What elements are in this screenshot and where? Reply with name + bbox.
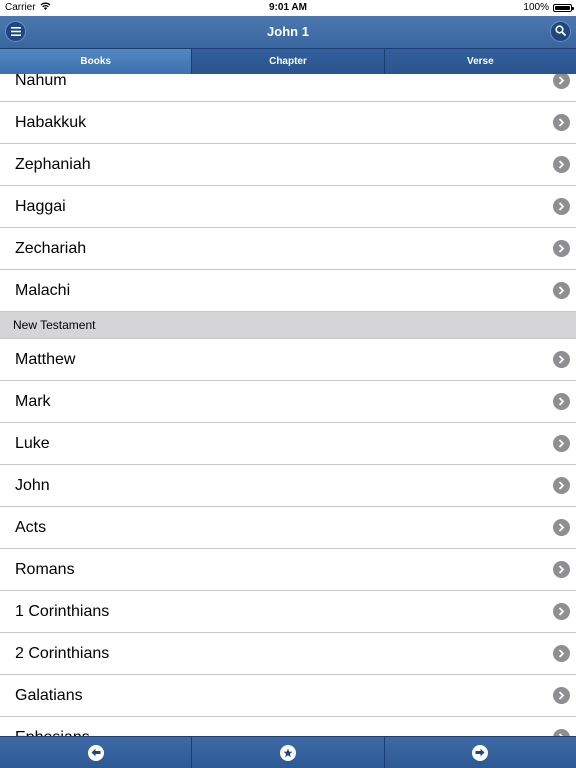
previous-button[interactable] — [0, 737, 193, 768]
list-item-romans[interactable]: Romans — [0, 549, 576, 591]
list-item-label: Malachi — [15, 282, 71, 299]
status-bar: Carrier 9:01 AM 100% — [0, 0, 576, 16]
search-button[interactable] — [550, 21, 571, 42]
chevron-right-icon — [553, 156, 570, 173]
list-item-label: Zechariah — [15, 240, 87, 257]
star-icon — [279, 744, 296, 761]
list-item-label: Matthew — [15, 351, 76, 368]
list-item-label: Haggai — [15, 198, 66, 215]
list-item-label: Zephaniah — [15, 156, 91, 173]
chevron-right-icon — [553, 561, 570, 578]
app-screen: Carrier 9:01 AM 100% John 1 Books Chapte… — [0, 0, 576, 768]
chevron-right-icon — [553, 282, 570, 299]
list-item-label: Galatians — [15, 687, 83, 704]
search-icon — [555, 23, 566, 41]
battery-icon — [553, 3, 574, 12]
list-item-label: Ephesians — [15, 717, 90, 736]
section-header-new-testament: New Testament — [0, 312, 576, 339]
menu-button[interactable] — [5, 21, 26, 42]
list-item-label: Acts — [15, 519, 47, 536]
chevron-right-icon — [553, 519, 570, 536]
list-item-malachi[interactable]: Malachi — [0, 270, 576, 312]
list-item-john[interactable]: John — [0, 465, 576, 507]
list-item-galatians[interactable]: Galatians — [0, 675, 576, 717]
list-item-luke[interactable]: Luke — [0, 423, 576, 465]
tab-bar: Books Chapter Verse — [0, 48, 576, 74]
status-time: 9:01 AM — [269, 2, 307, 13]
chevron-right-icon — [553, 240, 570, 257]
hamburger-menu-icon — [10, 23, 21, 41]
list-item-habakkuk[interactable]: Habakkuk — [0, 102, 576, 144]
list-item-label: Luke — [15, 435, 50, 452]
list-item-label: Habakkuk — [15, 114, 87, 131]
list-item-zephaniah[interactable]: Zephaniah — [0, 144, 576, 186]
status-right: 100% — [523, 2, 574, 13]
list-item-nahum[interactable]: Nahum — [0, 74, 576, 102]
list-item-1-corinthians[interactable]: 1 Corinthians — [0, 591, 576, 633]
chevron-right-icon — [553, 114, 570, 131]
list-item-label: 1 Corinthians — [15, 603, 110, 620]
battery-percent: 100% — [523, 2, 549, 13]
book-list-content: Nahum Habakkuk Zephaniah Haggai Zecharia… — [0, 74, 576, 736]
list-item-label: Nahum — [15, 74, 67, 89]
list-item-haggai[interactable]: Haggai — [0, 186, 576, 228]
chevron-right-icon — [553, 351, 570, 368]
tab-books[interactable]: Books — [0, 49, 193, 74]
list-item-mark[interactable]: Mark — [0, 381, 576, 423]
chevron-right-icon — [553, 74, 570, 89]
list-item-ephesians[interactable]: Ephesians — [0, 717, 576, 736]
list-item-label: John — [15, 477, 50, 494]
chevron-right-icon — [553, 645, 570, 662]
tab-chapter[interactable]: Chapter — [192, 49, 385, 74]
list-item-label: Romans — [15, 561, 75, 578]
book-list[interactable]: Nahum Habakkuk Zephaniah Haggai Zecharia… — [0, 74, 576, 736]
list-item-zechariah[interactable]: Zechariah — [0, 228, 576, 270]
arrow-left-icon — [87, 744, 104, 761]
page-title: John 1 — [267, 24, 309, 39]
list-item-acts[interactable]: Acts — [0, 507, 576, 549]
tab-verse[interactable]: Verse — [384, 49, 576, 74]
chevron-right-icon — [553, 198, 570, 215]
list-item-2-corinthians[interactable]: 2 Corinthians — [0, 633, 576, 675]
section-label: New Testament — [13, 318, 96, 332]
chevron-right-icon — [553, 435, 570, 452]
chevron-right-icon — [553, 729, 570, 736]
next-button[interactable] — [385, 737, 576, 768]
list-item-label: 2 Corinthians — [15, 645, 110, 662]
bottom-toolbar — [0, 736, 576, 768]
list-item-label: Mark — [15, 393, 51, 410]
chevron-right-icon — [553, 393, 570, 410]
favorites-button[interactable] — [192, 737, 385, 768]
chevron-right-icon — [553, 687, 570, 704]
list-item-matthew[interactable]: Matthew — [0, 339, 576, 381]
nav-bar: John 1 — [0, 16, 576, 48]
chevron-right-icon — [553, 477, 570, 494]
chevron-right-icon — [553, 603, 570, 620]
arrow-right-icon — [472, 744, 489, 761]
